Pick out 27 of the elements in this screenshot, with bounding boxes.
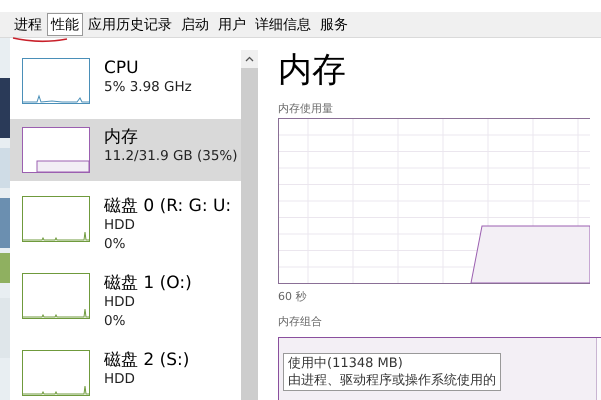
chart-label: 内存使用量 <box>278 102 334 116</box>
scrollbar[interactable] <box>241 50 258 400</box>
tooltip-title: 使用中(11348 MB) <box>288 355 404 372</box>
item-title: CPU <box>104 58 140 78</box>
page-title: 内存 <box>278 49 347 92</box>
item-title: 内存 <box>104 127 139 147</box>
item-detail: 11.2/31.9 GB (35%) <box>104 147 238 166</box>
sidebar-item[interactable]: 磁盘 1 (O:) HDD 0% <box>10 265 241 335</box>
chart-label: 内存组合 <box>278 315 323 329</box>
item-title: 磁盘 0 (R: G: U: <box>104 196 232 216</box>
sidebar-item[interactable]: CPU 5% 3.98 GHz <box>10 50 241 112</box>
item-title: 磁盘 2 (S:) <box>104 350 190 370</box>
tooltip-description: 由进程、驱动程序或操作系统使用的 <box>288 372 496 389</box>
item-detail: 0% <box>104 312 126 331</box>
item-detail: HDD <box>104 293 136 312</box>
sidebar-item[interactable]: 磁盘 2 (S:) HDD <box>10 342 241 400</box>
tab[interactable]: 性能 <box>47 13 83 36</box>
time-axis-label: 60 秒 <box>278 290 308 304</box>
item-detail: 0% <box>104 235 126 254</box>
item-detail: HDD <box>104 370 136 389</box>
sidebar-item[interactable]: 磁盘 0 (R: G: U: HDD 0% <box>10 188 241 258</box>
item-title: 磁盘 1 (O:) <box>104 273 192 293</box>
annotation-underline <box>12 36 68 44</box>
scroll-up-icon[interactable] <box>245 56 254 62</box>
item-detail: 5% 3.98 GHz <box>104 78 192 97</box>
sidebar-item[interactable]: 内存 11.2/31.9 GB (35%) <box>10 119 241 181</box>
item-detail: HDD <box>104 216 136 235</box>
